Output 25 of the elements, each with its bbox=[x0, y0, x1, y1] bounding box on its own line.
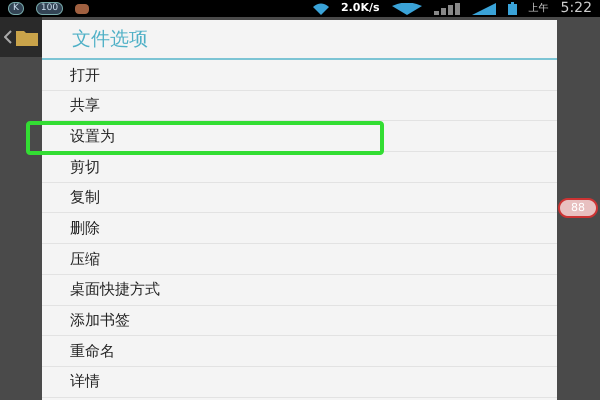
menu-item[interactable]: 打开 bbox=[42, 60, 557, 91]
folder-icon bbox=[16, 28, 38, 46]
menu-item[interactable]: 剪切 bbox=[42, 152, 557, 183]
notification-icon: K bbox=[8, 2, 24, 15]
network-speed: 2.0K/s bbox=[340, 0, 380, 16]
menu-item[interactable]: 压缩 bbox=[42, 244, 557, 275]
wifi-icon bbox=[312, 2, 329, 14]
notification-icon: 100 bbox=[36, 2, 64, 15]
signal-icon bbox=[434, 2, 460, 14]
app-notification-icon bbox=[75, 4, 90, 14]
menu-item[interactable]: 复制 bbox=[42, 182, 557, 214]
menu-item[interactable]: 删除 bbox=[42, 213, 557, 244]
menu-item[interactable]: 添加书签 bbox=[42, 306, 557, 336]
clock: 5:22 bbox=[560, 0, 592, 18]
signal-icon bbox=[472, 2, 496, 14]
menu-item[interactable]: 共享 bbox=[42, 90, 557, 122]
wifi-icon bbox=[392, 2, 422, 14]
menu-item[interactable]: 详情 bbox=[42, 366, 557, 398]
menu-item[interactable]: 桌面快捷方式 bbox=[42, 274, 557, 306]
dialog-title: 文件选项 bbox=[42, 20, 557, 60]
clock-period: 上午 bbox=[528, 2, 549, 16]
menu-item[interactable]: 设置为 bbox=[42, 121, 557, 152]
back-icon[interactable] bbox=[4, 30, 12, 44]
menu-item[interactable]: 重命名 bbox=[42, 336, 557, 367]
battery-icon bbox=[508, 2, 517, 15]
